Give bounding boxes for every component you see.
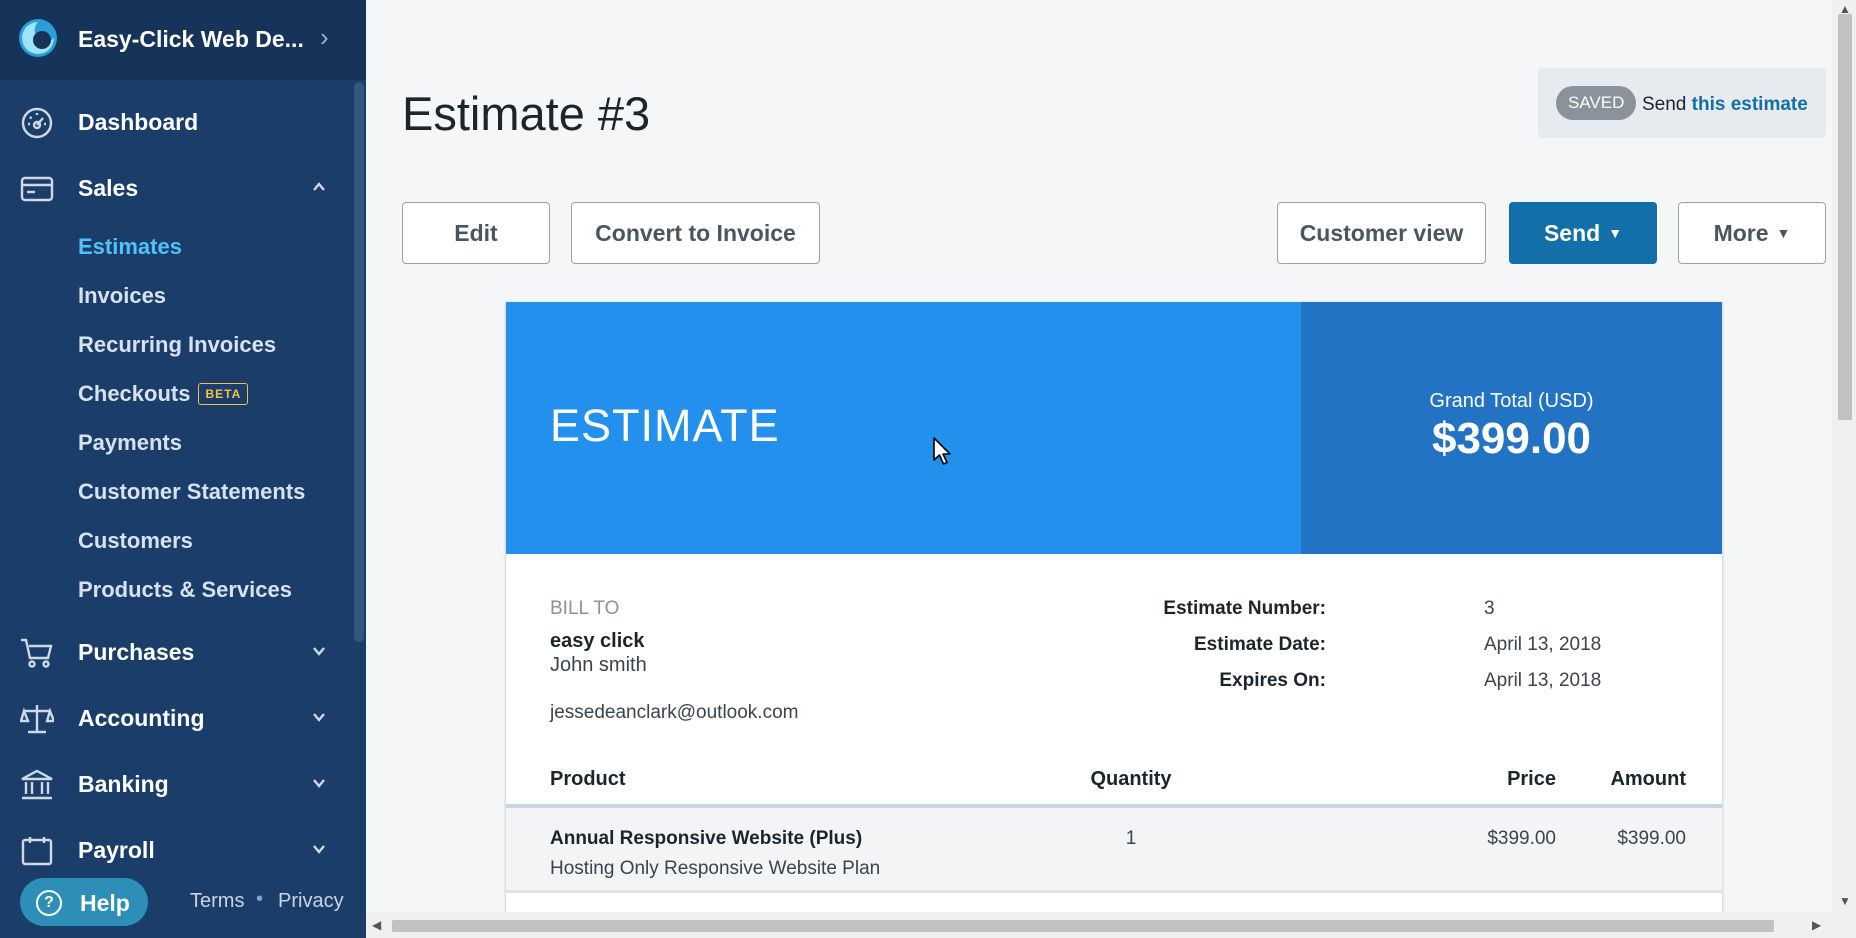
- column-header-amount: Amount: [1610, 768, 1686, 790]
- scroll-right-icon[interactable]: ▶: [1812, 918, 1821, 932]
- sidebar: Easy-Click Web De... › Dashboard Sales E…: [0, 0, 366, 938]
- vertical-scroll-thumb[interactable]: [1838, 14, 1852, 420]
- nav-sales[interactable]: Sales: [0, 160, 366, 216]
- terms-link[interactable]: Terms: [190, 890, 244, 913]
- send-button[interactable]: Send ▼: [1509, 202, 1657, 264]
- table-row: Annual Responsive Website (Plus) Hosting…: [506, 808, 1722, 892]
- nav-sales-label: Sales: [78, 175, 139, 201]
- chevron-down-icon: [313, 845, 325, 854]
- estimate-number-label: Estimate Number:: [1163, 598, 1326, 619]
- logo-icon: [19, 19, 57, 57]
- bill-to-label: BILL TO: [550, 598, 620, 619]
- footer-separator: •: [256, 888, 264, 910]
- company-switcher[interactable]: Easy-Click Web De... ›: [0, 0, 366, 80]
- nav-payroll-label: Payroll: [78, 837, 155, 863]
- banking-icon: [21, 769, 53, 800]
- edit-button[interactable]: Edit: [402, 202, 550, 264]
- send-estimate-prompt: Send this estimate: [1642, 94, 1808, 116]
- company-name: Easy-Click Web De...: [78, 26, 304, 52]
- sidebar-item-checkouts[interactable]: Checkouts BETA: [78, 381, 249, 407]
- chevron-up-icon: [313, 182, 325, 191]
- expires-on-value: April 13, 2018: [1484, 670, 1602, 691]
- send-button-label: Send: [1543, 220, 1601, 246]
- send-estimate-link[interactable]: this estimate: [1692, 94, 1808, 115]
- payroll-icon: [21, 837, 53, 866]
- more-button-label: More: [1713, 220, 1769, 246]
- row-divider: [506, 890, 1722, 893]
- column-header-product: Product: [550, 768, 626, 790]
- nav-purchases[interactable]: Purchases: [0, 624, 366, 680]
- sidebar-footer: ? Help Terms • Privacy: [0, 868, 366, 938]
- customer-name: easy click: [550, 630, 645, 652]
- column-header-quantity: Quantity: [1090, 768, 1172, 790]
- beta-badge: BETA: [198, 383, 249, 405]
- document-header: ESTIMATE: [506, 302, 1301, 554]
- sidebar-item-payments[interactable]: Payments: [78, 430, 182, 456]
- status-box: SAVED Send this estimate: [1538, 68, 1826, 138]
- sidebar-item-customers[interactable]: Customers: [78, 528, 193, 554]
- scroll-down-icon[interactable]: ▼: [1839, 894, 1851, 908]
- grand-total-label: Grand Total (USD): [1429, 390, 1594, 412]
- estimate-date-label: Estimate Date:: [1194, 634, 1326, 655]
- sales-icon: [20, 176, 54, 202]
- help-button[interactable]: ? Help: [20, 878, 148, 926]
- chevron-down-icon: [313, 713, 325, 722]
- estimate-document: ESTIMATE Grand Total (USD) $399.00 BILL …: [506, 302, 1722, 938]
- item-amount: $399.00: [1617, 828, 1686, 849]
- status-badge: SAVED: [1556, 86, 1637, 120]
- send-estimate-text: Send: [1642, 94, 1687, 115]
- horizontal-scrollbar[interactable]: ◀ ▶: [366, 912, 1856, 938]
- mouse-cursor-icon: [933, 437, 951, 465]
- dashboard-icon: [21, 107, 53, 139]
- horizontal-scroll-thumb[interactable]: [392, 920, 1774, 932]
- sidebar-item-products-services[interactable]: Products & Services: [78, 577, 292, 603]
- sidebar-item-customer-statements[interactable]: Customer Statements: [78, 479, 305, 505]
- item-description: Hosting Only Responsive Website Plan: [550, 858, 881, 879]
- nav-dashboard-label: Dashboard: [78, 109, 199, 135]
- caret-down-icon: ▼: [1776, 225, 1791, 241]
- sidebar-item-checkouts-label: Checkouts: [78, 381, 191, 406]
- grand-total-value: $399.00: [1431, 414, 1592, 463]
- customer-email: jessedeanclark@outlook.com: [550, 702, 799, 723]
- estimate-date-value: April 13, 2018: [1484, 634, 1602, 655]
- purchases-icon: [21, 638, 53, 668]
- sidebar-scrollbar[interactable]: [354, 82, 364, 642]
- sidebar-item-recurring-invoices[interactable]: Recurring Invoices: [78, 332, 276, 358]
- document-heading: ESTIMATE: [550, 400, 780, 451]
- privacy-link[interactable]: Privacy: [278, 890, 344, 913]
- nav-purchases-label: Purchases: [78, 639, 195, 665]
- help-icon: ?: [36, 890, 62, 916]
- grand-total-panel: Grand Total (USD) $399.00: [1301, 302, 1722, 554]
- expires-on-label: Expires On:: [1219, 670, 1326, 691]
- chevron-down-icon: [313, 647, 325, 656]
- accounting-icon: [20, 705, 54, 734]
- nav-dashboard[interactable]: Dashboard: [0, 94, 366, 150]
- nav-accounting[interactable]: Accounting: [0, 690, 366, 746]
- vertical-scrollbar[interactable]: ▲ ▼: [1832, 0, 1856, 912]
- nav-banking[interactable]: Banking: [0, 756, 366, 812]
- sidebar-item-estimates[interactable]: Estimates: [78, 234, 182, 260]
- chevron-down-icon: [313, 779, 325, 788]
- more-button[interactable]: More ▼: [1678, 202, 1826, 264]
- scroll-left-icon[interactable]: ◀: [372, 918, 381, 932]
- help-label: Help: [80, 890, 130, 916]
- customer-view-button[interactable]: Customer view: [1277, 202, 1486, 264]
- estimate-number-value: 3: [1484, 598, 1495, 619]
- nav-banking-label: Banking: [78, 771, 169, 797]
- sidebar-item-invoices[interactable]: Invoices: [78, 283, 166, 309]
- item-quantity: 1: [1125, 828, 1137, 849]
- item-name: Annual Responsive Website (Plus): [550, 828, 863, 849]
- contact-name: John smith: [550, 654, 647, 676]
- page-title: Estimate #3: [402, 87, 651, 140]
- chevron-right-icon[interactable]: ›: [320, 22, 329, 53]
- caret-down-icon: ▼: [1608, 225, 1623, 241]
- nav-accounting-label: Accounting: [78, 705, 205, 731]
- convert-to-invoice-button[interactable]: Convert to Invoice: [571, 202, 820, 264]
